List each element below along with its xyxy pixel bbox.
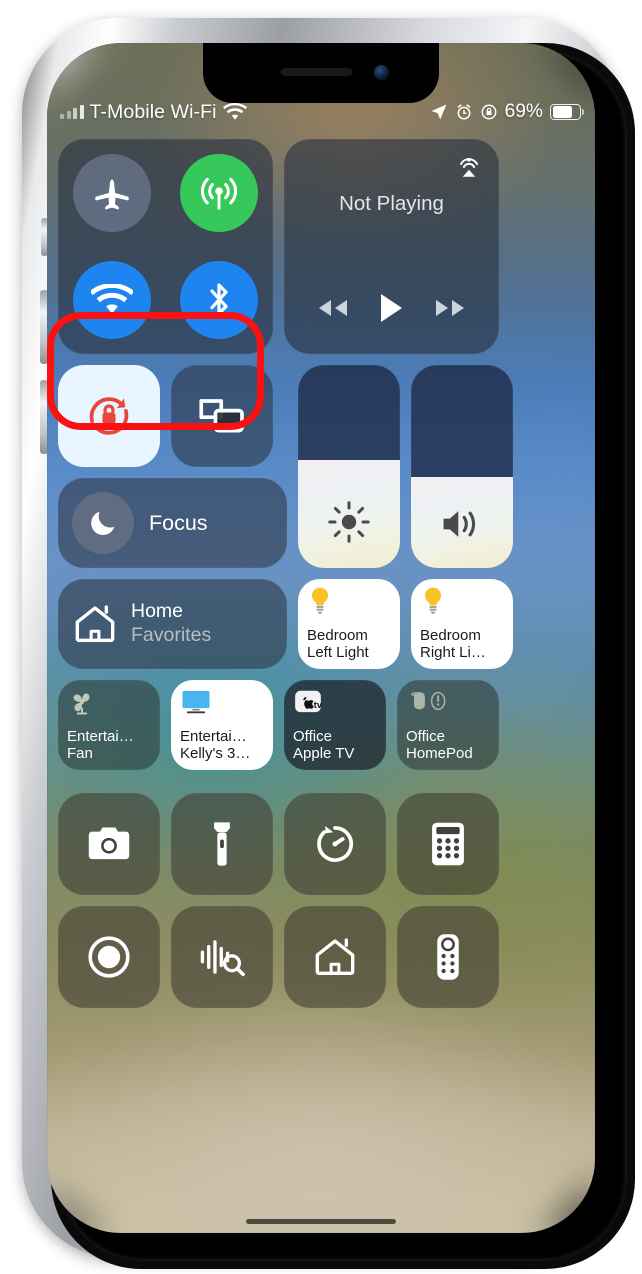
accessory-label: Office Apple TV [293, 727, 355, 763]
cc-utility-row [58, 365, 287, 467]
tv-remote-icon [435, 931, 461, 983]
flashlight-shortcut-button[interactable] [171, 793, 273, 895]
carrier-label: T-Mobile Wi-Fi [89, 100, 217, 123]
apple-tv-icon: tv [293, 687, 327, 717]
brightness-slider[interactable] [298, 365, 400, 568]
connectivity-module[interactable] [58, 139, 273, 354]
fan-icon [67, 687, 101, 717]
moon-icon [72, 492, 134, 554]
camera-shortcut-button[interactable] [58, 793, 160, 895]
accessory-label: Bedroom Left Light [307, 626, 369, 662]
accessory-label: Office HomePod [406, 727, 473, 763]
accessory-bedroom-left-light[interactable]: Bedroom Left Light [298, 579, 400, 669]
rotation-lock-icon [83, 390, 135, 442]
screen-mirroring-button[interactable] [171, 365, 273, 467]
accessory-entertainment-fan[interactable]: Entertai… Fan [58, 680, 160, 770]
lightbulb-icon [420, 586, 454, 616]
cc-row-top: Not Playing [58, 139, 584, 354]
tv-display-icon [180, 687, 214, 717]
airplane-icon [92, 173, 132, 213]
bluetooth-toggle-button[interactable] [180, 261, 259, 340]
airplay-audio-icon[interactable] [454, 152, 484, 182]
cc-row-shortcuts-2 [58, 906, 584, 1008]
home-house-icon [72, 601, 118, 647]
brightness-sun-icon [298, 498, 400, 546]
location-arrow-icon [430, 103, 448, 121]
front-camera [374, 65, 389, 80]
fast-forward-icon[interactable] [433, 297, 467, 319]
media-title-label: Not Playing [339, 192, 444, 215]
screen-mirroring-icon [197, 394, 247, 438]
calculator-icon [430, 821, 466, 867]
home-shortcut-button[interactable] [284, 906, 386, 1008]
home-title: Home [131, 600, 184, 623]
accessory-label: Entertai… Kelly's 3… [180, 727, 251, 763]
media-transport-controls [284, 292, 499, 324]
wifi-icon [90, 284, 133, 316]
volume-slider[interactable] [411, 365, 513, 568]
accessory-bedroom-right-light[interactable]: Bedroom Right Li… [411, 579, 513, 669]
camera-icon [85, 824, 133, 864]
wifi-toggle-button[interactable] [72, 261, 151, 340]
earpiece-speaker [280, 68, 353, 76]
accessory-entertainment-tv[interactable]: Entertai… Kelly's 3… [171, 680, 273, 770]
home-indicator[interactable] [246, 1218, 396, 1224]
rotation-lock-icon [480, 103, 498, 121]
flashlight-icon [210, 820, 234, 868]
bluetooth-icon [200, 279, 238, 321]
screenshot-stage: T-Mobile Wi-Fi 69% Not Playing Focus Hom… [0, 0, 642, 1274]
battery-percent-label: 69% [504, 101, 543, 122]
cellular-data-button[interactable] [180, 153, 259, 232]
device-notch [203, 43, 439, 103]
accessory-label: Bedroom Right Li… [420, 626, 486, 662]
svg-text:tv: tv [314, 700, 323, 710]
alarm-clock-icon [455, 103, 473, 121]
home-tile-text: Home Favorites [131, 600, 211, 648]
lightbulb-icon [307, 586, 341, 616]
tv-remote-shortcut-button[interactable] [397, 906, 499, 1008]
cellular-antenna-icon [197, 171, 241, 215]
home-house-icon [311, 934, 359, 980]
focus-button[interactable]: Focus [58, 478, 287, 568]
accessory-office-apple-tv[interactable]: tv Office Apple TV [284, 680, 386, 770]
rewind-icon[interactable] [316, 297, 350, 319]
accessory-label: Entertai… Fan [67, 727, 134, 763]
status-bar-right: 69% [430, 101, 585, 123]
cc-row-middle: Focus [58, 365, 584, 568]
screen-record-icon [85, 933, 133, 981]
cc-row-shortcuts-1 [58, 793, 584, 895]
status-bar-left: T-Mobile Wi-Fi [60, 101, 247, 124]
play-icon[interactable] [378, 292, 405, 324]
homepod-pair-icon [406, 687, 450, 717]
control-center: Not Playing Focus Home Favorites Bedroom… [47, 139, 595, 1233]
screen-record-shortcut-button[interactable] [58, 906, 160, 1008]
accessory-office-homepod[interactable]: Office HomePod [397, 680, 499, 770]
focus-label: Focus [149, 510, 208, 535]
timer-shortcut-button[interactable] [284, 793, 386, 895]
cc-row-home: Home Favorites Bedroom Left Light Bedroo… [58, 579, 584, 669]
cellular-bars-icon [60, 105, 84, 119]
battery-icon [550, 103, 585, 121]
cc-left-stack: Focus [58, 365, 287, 568]
airplane-mode-button[interactable] [72, 153, 151, 232]
rotation-lock-button[interactable] [58, 365, 160, 467]
home-favorites-tile[interactable]: Home Favorites [58, 579, 287, 669]
home-subtitle: Favorites [131, 624, 212, 646]
wifi-icon [222, 103, 247, 121]
phone-screen: T-Mobile Wi-Fi 69% Not Playing Focus Hom… [47, 43, 595, 1233]
music-recognition-shortcut-button[interactable] [171, 906, 273, 1008]
speaker-waves-icon [411, 502, 513, 546]
cc-row-accessories: Entertai… Fan Entertai… Kelly's 3… tv Of… [58, 680, 584, 770]
timer-icon [312, 821, 358, 867]
shazam-waveform-icon [198, 935, 246, 979]
media-playback-module[interactable]: Not Playing [284, 139, 499, 354]
calculator-shortcut-button[interactable] [397, 793, 499, 895]
